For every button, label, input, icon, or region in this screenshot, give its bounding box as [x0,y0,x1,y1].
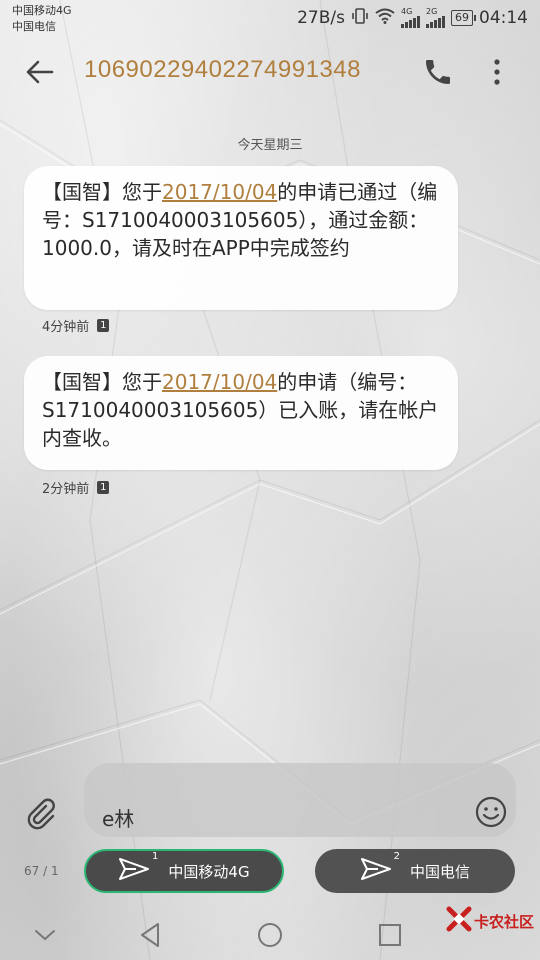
conversation-title: 10690229402274991348 [84,56,361,83]
attachment-paperclip-icon[interactable] [24,796,58,830]
message-bubble[interactable]: 【国智】您于2017/10/04的申请已通过（编号：S1710040003105… [24,166,458,310]
signal-bars-2-icon [426,16,445,28]
watermark: 卡农社区 [446,906,534,936]
carrier-2: 中国电信 [12,20,56,33]
message-meta: 2分钟前 1 [42,478,110,497]
message-text: 【国智】您于 [42,180,162,204]
message-text: 【国智】您于 [42,370,162,394]
nav-back-icon[interactable] [136,920,166,950]
sim-card-icon: 1 [97,319,110,332]
date-separator: 今天星期三 [237,138,303,153]
hide-keyboard-chevron-icon[interactable] [30,920,60,950]
clock: 04:14 [479,8,528,28]
network-type-1: 4G [401,7,413,16]
watermark-text: 卡农社区 [473,912,534,931]
character-counter: 67 / 1 [24,864,59,878]
send-button-label: 中国电信 [409,862,470,881]
network-speed: 27B/s [297,8,345,28]
message-time: 4分钟前 [42,320,90,335]
date-link[interactable]: 2017/10/04 [162,180,277,204]
sim-number: 2 [393,851,400,862]
nav-recents-icon[interactable] [375,920,405,950]
sim-card-icon: 1 [97,481,110,494]
send-button-label: 中国移动4G [168,862,250,881]
watermark-logo-icon [446,906,472,936]
nav-home-icon[interactable] [255,920,285,950]
emoji-icon[interactable] [474,795,508,829]
message-bubble[interactable]: 【国智】您于2017/10/04的申请（编号：S1710040003105605… [24,356,458,470]
carrier-info: 中国移动4G 中国电信 [12,3,72,35]
signal-1: 4G [401,8,420,28]
phone-call-icon[interactable] [422,56,454,88]
signal-bars-1-icon [401,16,420,28]
message-time: 2分钟前 [42,482,90,497]
send-icon: 1 [118,851,158,885]
status-icons: 27B/s 4G 2G 69 04:14 [297,6,528,30]
back-arrow-icon[interactable] [24,56,56,88]
message-input-text: e林 [102,807,135,831]
more-options-icon[interactable] [484,56,510,88]
vibrate-icon [351,7,369,30]
wifi-icon [375,8,395,29]
status-bar: 中国移动4G 中国电信 27B/s 4G 2G 69 04:14 [0,0,540,38]
date-link[interactable]: 2017/10/04 [162,370,277,394]
message-meta: 4分钟前 1 [42,316,110,335]
battery-icon: 69 [451,10,476,26]
carrier-1: 中国移动4G [12,4,72,17]
signal-2: 2G [426,8,445,28]
sim-number: 1 [152,851,159,862]
send-button-sim1[interactable]: 1 中国移动4G [84,849,284,893]
network-type-2: 2G [426,7,438,16]
send-button-sim2[interactable]: 2 中国电信 [315,849,515,893]
message-input[interactable]: e林 [84,763,516,837]
send-icon: 2 [360,851,400,885]
conversation-header: 10690229402274991348 [0,44,540,100]
